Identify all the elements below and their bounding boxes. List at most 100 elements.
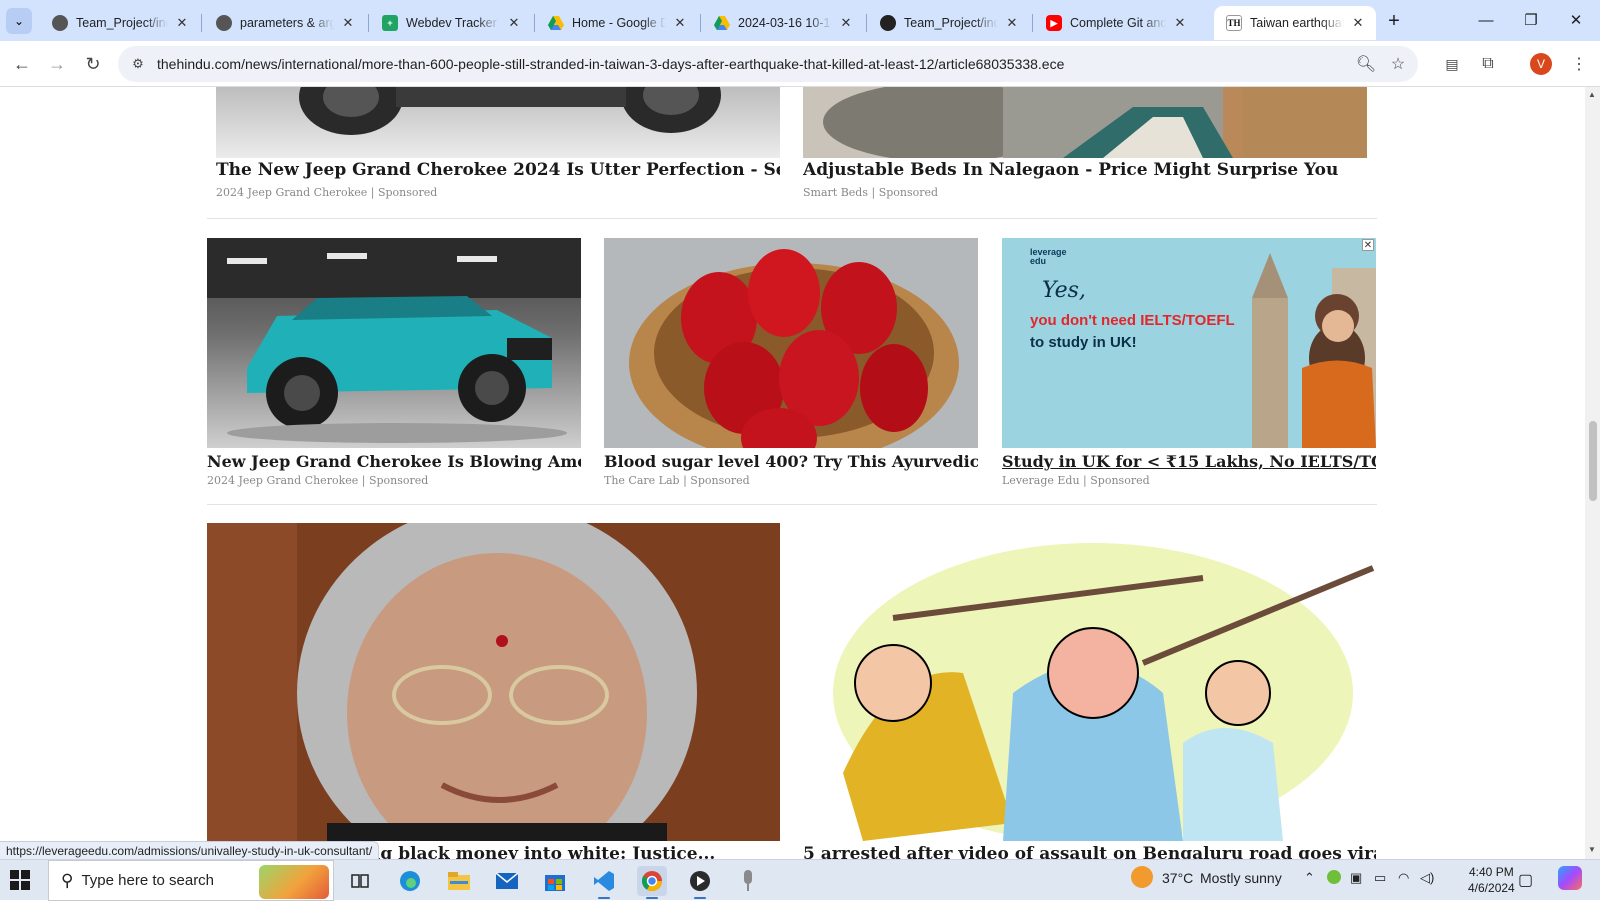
close-icon[interactable]: ✕ <box>1004 15 1020 31</box>
tab-7[interactable]: ▶ Complete Git and GitHub ✕ <box>1034 6 1198 40</box>
chevron-down-icon: ⌄ <box>13 14 25 28</box>
assault-cartoon-image[interactable] <box>803 523 1376 841</box>
reading-mode-icon[interactable]: ▤ <box>1438 50 1466 78</box>
justice-portrait-image[interactable] <box>207 523 780 841</box>
copilot-icon[interactable] <box>1558 866 1582 890</box>
restore-button[interactable]: ❐ <box>1508 6 1554 34</box>
plus-icon: + <box>1388 9 1400 32</box>
file-explorer-icon[interactable] <box>444 866 474 896</box>
ad-title[interactable]: New Jeep Grand Cherokee Is Blowing Ameri… <box>207 452 581 471</box>
scroll-up-icon[interactable]: ▲ <box>1588 90 1596 99</box>
bookmark-star-icon[interactable]: ☆ <box>1386 52 1410 76</box>
tab-4[interactable]: Home - Google Drive ✕ <box>536 6 698 40</box>
tab-2[interactable]: parameters & arguments ✕ <box>204 6 366 40</box>
ad-title[interactable]: The New Jeep Grand Cherokee 2024 Is Utte… <box>216 160 780 180</box>
reload-icon: ↻ <box>85 53 101 74</box>
red-eggs-ad-image[interactable] <box>604 238 978 448</box>
sheets-icon: + <box>382 15 398 31</box>
close-icon[interactable]: ✕ <box>506 15 522 31</box>
ad-source: Smart Beds | Sponsored <box>803 186 939 199</box>
arrow-left-icon: ← <box>13 53 31 74</box>
mail-icon[interactable] <box>492 866 522 896</box>
ad-title-link[interactable]: Study in UK for < ₹15 Lakhs, No IELTS/TO… <box>1002 452 1376 471</box>
jeep-ad-image[interactable] <box>216 87 780 158</box>
weather-icon[interactable] <box>1131 866 1153 888</box>
tab-1[interactable]: Team_Project/index ✕ <box>40 6 200 40</box>
weather-temp[interactable]: 37°C <box>1162 870 1193 886</box>
extensions-icon[interactable]: ⧉ <box>1474 50 1502 78</box>
search-icon: ⚲ <box>61 870 74 890</box>
back-button[interactable]: ← <box>8 50 36 78</box>
notifications-icon[interactable]: ▢ <box>1518 870 1533 890</box>
reload-button[interactable]: ↻ <box>79 50 107 78</box>
ad-source: Leverage Edu | Sponsored <box>1002 474 1150 487</box>
chevron-up-icon[interactable]: ⌃ <box>1304 870 1315 886</box>
scroll-thumb[interactable] <box>1589 421 1597 501</box>
weather-description[interactable]: Mostly sunny <box>1200 870 1282 886</box>
url-text[interactable]: thehindu.com/news/international/more-tha… <box>157 56 1064 72</box>
zoom-icon[interactable]: 🔍︎ <box>1354 52 1378 76</box>
drive-icon <box>714 15 730 31</box>
media-player-icon[interactable] <box>685 866 715 899</box>
address-bar[interactable]: ⚙ thehindu.com/news/international/more-t… <box>118 46 1418 82</box>
vscode-icon[interactable] <box>589 866 619 899</box>
clock-time: 4:40 PM <box>1469 865 1514 879</box>
taskbar-search-input[interactable]: ⚲ Type here to search <box>48 860 334 901</box>
battery-icon[interactable]: ▭ <box>1374 870 1386 886</box>
edge-icon[interactable] <box>395 866 425 896</box>
close-icon[interactable]: ✕ <box>1362 239 1374 251</box>
task-view-icon[interactable] <box>345 866 375 896</box>
divider <box>207 218 1377 219</box>
tab-search-button[interactable]: ⌄ <box>6 8 32 34</box>
tab-6[interactable]: Team_Project/index ✕ <box>868 6 1030 40</box>
jeep-suv-ad-image[interactable] <box>207 238 581 448</box>
windows-start-icon[interactable] <box>10 870 30 890</box>
ad-title[interactable]: Blood sugar level 400? Try This Ayurvedi… <box>604 452 978 471</box>
new-tab-button[interactable]: + <box>1381 8 1407 34</box>
close-icon[interactable]: ✕ <box>1350 15 1366 31</box>
kebab-menu-icon[interactable]: ⋮ <box>1565 50 1593 78</box>
close-icon[interactable]: ✕ <box>1172 15 1188 31</box>
drive-icon <box>548 15 564 31</box>
divider <box>207 504 1377 505</box>
update-icon[interactable] <box>1327 870 1341 884</box>
microsoft-store-icon[interactable] <box>540 866 570 896</box>
clock[interactable]: 4:40 PM 4/6/2024 <box>1468 864 1515 896</box>
tab-5[interactable]: 2024-03-16 10-14 ✕ <box>702 6 864 40</box>
ad-headline: you don't need IELTS/TOEFL <box>1030 312 1235 329</box>
page-content: The New Jeep Grand Cherokee 2024 Is Utte… <box>0 87 1585 859</box>
close-icon[interactable]: ✕ <box>672 15 688 31</box>
close-window-button[interactable]: ✕ <box>1553 6 1599 34</box>
tab-active[interactable]: TH Taiwan earthquake ✕ <box>1214 6 1376 40</box>
tab-3[interactable]: + Webdev Tracker Sheet ✕ <box>370 6 532 40</box>
news-headline[interactable]: 5 arrested after video of assault on Ben… <box>803 844 1376 859</box>
wifi-icon[interactable]: ◠ <box>1398 870 1409 886</box>
ad-title[interactable]: Adjustable Beds In Nalegaon - Price Migh… <box>803 160 1367 180</box>
chrome-icon[interactable] <box>637 866 667 899</box>
ad-headline: to study in UK! <box>1030 334 1137 351</box>
scroll-down-icon[interactable]: ▼ <box>1588 845 1596 854</box>
leverage-edu-ad-image[interactable]: leverage edu Yes, you don't need IELTS/TO… <box>1002 238 1376 448</box>
meet-now-icon[interactable]: ▣ <box>1350 870 1362 886</box>
clock-date: 4/6/2024 <box>1468 881 1515 895</box>
github-icon <box>216 15 232 31</box>
github-icon <box>52 15 68 31</box>
browser-toolbar: ← → ↻ ⚙ thehindu.com/news/international/… <box>0 41 1600 87</box>
ad-source: 2024 Jeep Grand Cherokee | Sponsored <box>207 474 429 487</box>
page-scrollbar[interactable]: ▲ ▼ <box>1585 87 1600 859</box>
adjustable-bed-ad-image[interactable] <box>803 87 1367 158</box>
forward-button[interactable]: → <box>43 50 71 78</box>
close-icon[interactable]: ✕ <box>838 15 854 31</box>
close-icon[interactable]: ✕ <box>340 15 356 31</box>
site-info-icon[interactable]: ⚙ <box>128 54 148 74</box>
ad-source: The Care Lab | Sponsored <box>604 474 750 487</box>
close-icon[interactable]: ✕ <box>174 15 190 31</box>
leverage-edu-logo: leverage edu <box>1030 247 1067 266</box>
windows-taskbar: ⚲ Type here to search 37°C Mostly sunny … <box>0 859 1600 901</box>
ad-headline: Yes, <box>1042 278 1086 303</box>
voice-recorder-icon[interactable] <box>733 866 763 896</box>
profile-avatar[interactable]: V <box>1530 53 1552 75</box>
minimize-button[interactable]: — <box>1463 6 1509 34</box>
volume-icon[interactable]: ◁) <box>1420 870 1434 886</box>
the-hindu-icon: TH <box>1226 15 1242 31</box>
